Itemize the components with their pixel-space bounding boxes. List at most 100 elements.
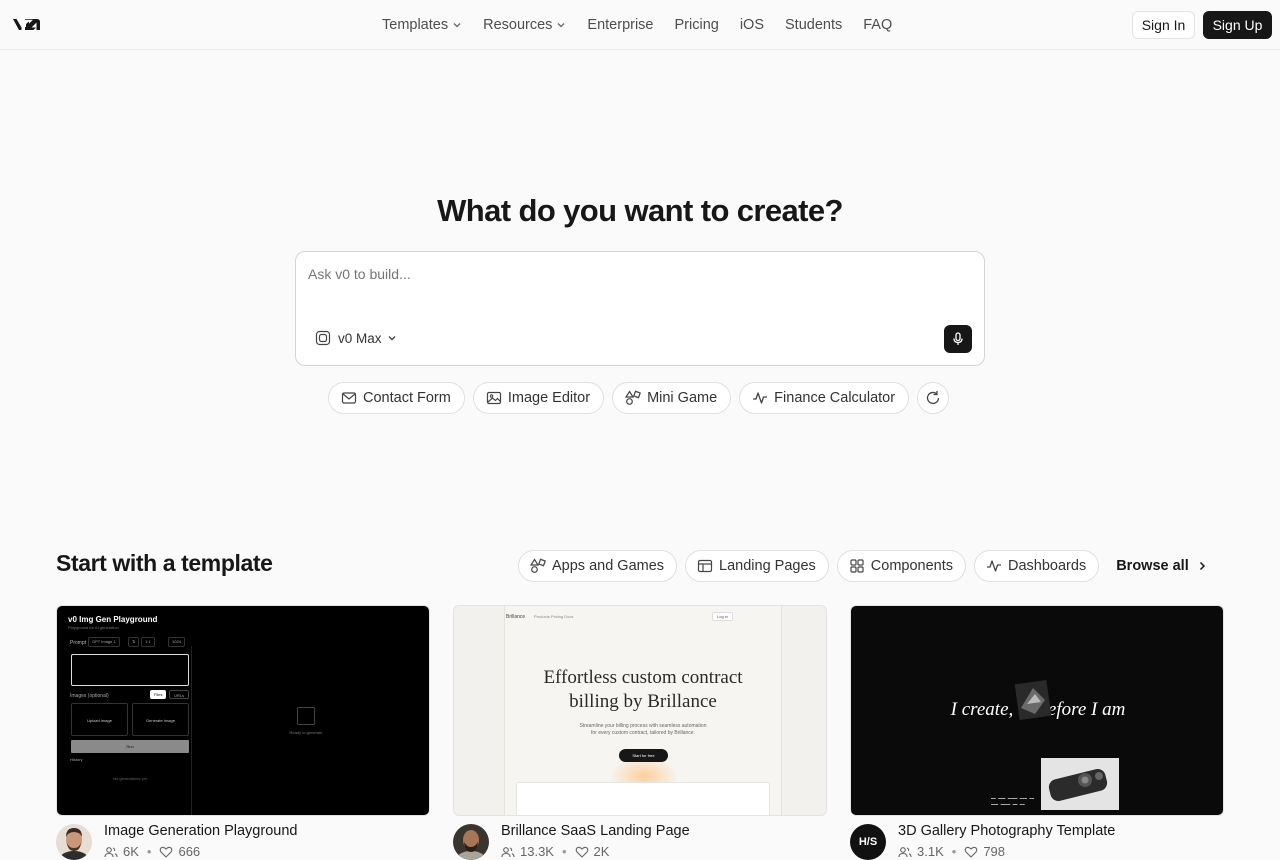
prompt-box: v0 Max <box>295 251 985 366</box>
preview-ratio-pill: 1:1 <box>141 637 155 647</box>
filter-components[interactable]: Components <box>836 550 967 582</box>
template-stats: 3.1K • 798 <box>898 844 1005 859</box>
filter-apps-and-games[interactable]: Apps and Games <box>518 550 678 582</box>
voice-input-button[interactable] <box>944 325 972 353</box>
filter-label: Components <box>870 558 954 574</box>
grid-icon <box>850 559 864 573</box>
person-avatar-icon <box>453 824 489 860</box>
preview-app-screenshot <box>516 782 770 815</box>
heart-icon <box>965 846 978 858</box>
preview-ratio-pill: ⇅ <box>128 637 140 647</box>
nav-templates[interactable]: Templates <box>382 17 462 33</box>
preview-tab-files: Files <box>150 690 167 699</box>
prompt-input[interactable] <box>308 266 908 282</box>
preview-count-pill: 1024 <box>168 637 185 647</box>
preview-subtext: Streamline your billing process with sea… <box>544 723 742 737</box>
author-avatar[interactable] <box>56 824 92 860</box>
preview-generate-box: Generate Image <box>132 703 189 736</box>
sign-in-button[interactable]: Sign In <box>1132 11 1195 39</box>
preview-ready-text: Ready to generate <box>289 730 323 735</box>
model-selector-label: v0 Max <box>338 330 382 346</box>
template-preview-image[interactable]: Brillance Products Pricing Docs Log in E… <box>453 605 827 816</box>
template-card-meta: H/S 3D Gallery Photography Template 3.1K… <box>850 822 1224 860</box>
preview-headline-line: billing by Brillance <box>569 691 717 712</box>
chevron-down-icon <box>388 336 396 341</box>
template-card-image-generation[interactable]: v0 Img Gen Playground Playground for AI … <box>56 605 430 860</box>
template-likes-count: 798 <box>983 844 1006 859</box>
heart-icon <box>160 846 173 858</box>
template-preview-image[interactable]: I create, therefore I am ▬▬ ▬▬▬ ▬▬▬▬ ▬▬▬… <box>850 605 1224 816</box>
v0-logo-icon[interactable] <box>12 17 42 33</box>
image-placeholder-icon <box>297 707 315 725</box>
template-card-meta: Brillance SaaS Landing Page 13.3K • 2K <box>453 822 827 860</box>
template-stats: 6K • 666 <box>104 844 200 859</box>
filter-dashboards[interactable]: Dashboards <box>974 550 1100 582</box>
preview-prompt-label: Prompt <box>70 640 87 646</box>
chevron-right-icon <box>1199 561 1205 571</box>
preview-login: Log in <box>712 612 733 621</box>
preview-history-label: History <box>70 757 83 762</box>
suggestion-finance-calculator[interactable]: Finance Calculator <box>739 382 910 414</box>
heart-icon <box>575 846 588 858</box>
filter-label: Apps and Games <box>552 558 665 574</box>
template-title[interactable]: Image Generation Playground <box>104 823 297 839</box>
suggestion-image-editor[interactable]: Image Editor <box>472 382 605 414</box>
template-card-3d-gallery[interactable]: I create, therefore I am ▬▬ ▬▬▬ ▬▬▬▬ ▬▬▬… <box>850 605 1224 860</box>
suggestion-label: Image Editor <box>507 390 591 406</box>
sign-up-button[interactable]: Sign Up <box>1203 11 1272 39</box>
template-preview-image[interactable]: v0 Img Gen Playground Playground for AI … <box>56 605 430 816</box>
separator-dot: • <box>146 844 152 859</box>
preview-brand: Brillance <box>506 614 526 620</box>
users-icon <box>104 846 118 857</box>
template-title[interactable]: Brillance SaaS Landing Page <box>501 823 690 839</box>
suggestion-label: Mini Game <box>647 390 718 406</box>
mail-icon <box>341 392 357 404</box>
preview-nav-links: Products Pricing Docs <box>534 614 574 619</box>
template-card-meta: Image Generation Playground 6K • 666 <box>56 822 430 860</box>
author-avatar[interactable] <box>453 824 489 860</box>
nav-resources-label: Resources <box>483 17 553 33</box>
preview-caption: ▬▬ ▬▬▬ ▬▬▬▬ ▬▬▬ ▬▬ ▬▬▬ ▬▬▬▬ ▬▬ ▬▬ <box>991 797 1035 807</box>
refresh-suggestions-button[interactable] <box>917 382 950 414</box>
suggestion-chips: Contact Form Image Editor Mini Game Fina… <box>328 382 950 414</box>
suggestion-mini-game[interactable]: Mini Game <box>612 382 732 414</box>
model-selector[interactable]: v0 Max <box>315 330 397 346</box>
preview-tab-urls: URLs <box>169 690 190 699</box>
refresh-icon <box>926 391 940 405</box>
nav-resources[interactable]: Resources <box>483 17 566 33</box>
nav-templates-label: Templates <box>382 17 449 33</box>
author-avatar-text: H/S <box>858 836 878 848</box>
chevron-down-icon <box>453 23 461 28</box>
preview-headline: Effortless custom contract billing by Br… <box>504 666 782 714</box>
templates-section-title: Start with a template <box>56 550 273 576</box>
nav-students[interactable]: Students <box>785 17 842 33</box>
users-icon <box>898 846 912 857</box>
author-avatar[interactable]: H/S <box>850 824 886 860</box>
nav-faq[interactable]: FAQ <box>863 17 892 33</box>
top-navigation-bar: Templates Resources Enterprise Pricing i… <box>0 0 1280 50</box>
microphone-icon <box>953 332 963 345</box>
nav-enterprise[interactable]: Enterprise <box>587 17 653 33</box>
preview-empty-state: No generations yet <box>113 776 147 781</box>
nav-ios[interactable]: iOS <box>740 17 764 33</box>
preview-title: v0 Img Gen Playground <box>68 615 158 624</box>
template-likes-count: 666 <box>178 844 201 859</box>
nav-pricing[interactable]: Pricing <box>675 17 719 33</box>
filter-landing-pages[interactable]: Landing Pages <box>685 550 829 582</box>
template-users-count: 13.3K <box>520 844 554 859</box>
preview-run-button: Run <box>71 740 189 753</box>
separator-dot: • <box>561 844 567 859</box>
preview-images-label: Images (optional) <box>70 693 109 699</box>
template-card-brillance[interactable]: Brillance Products Pricing Docs Log in E… <box>453 605 827 860</box>
filter-label: Landing Pages <box>719 558 816 574</box>
preview-subtitle: Playground for AI generation <box>68 625 119 630</box>
template-stats: 13.3K • 2K <box>501 844 609 859</box>
preview-upload-box: Upload Image <box>71 703 128 736</box>
person-avatar-icon <box>56 824 92 860</box>
suggestion-contact-form[interactable]: Contact Form <box>328 382 465 414</box>
suggestion-label: Finance Calculator <box>774 390 896 406</box>
template-title[interactable]: 3D Gallery Photography Template <box>898 823 1115 839</box>
model-icon <box>315 330 331 346</box>
browse-all-link[interactable]: Browse all <box>1116 558 1206 574</box>
preview-cta: Start for free <box>619 749 668 762</box>
